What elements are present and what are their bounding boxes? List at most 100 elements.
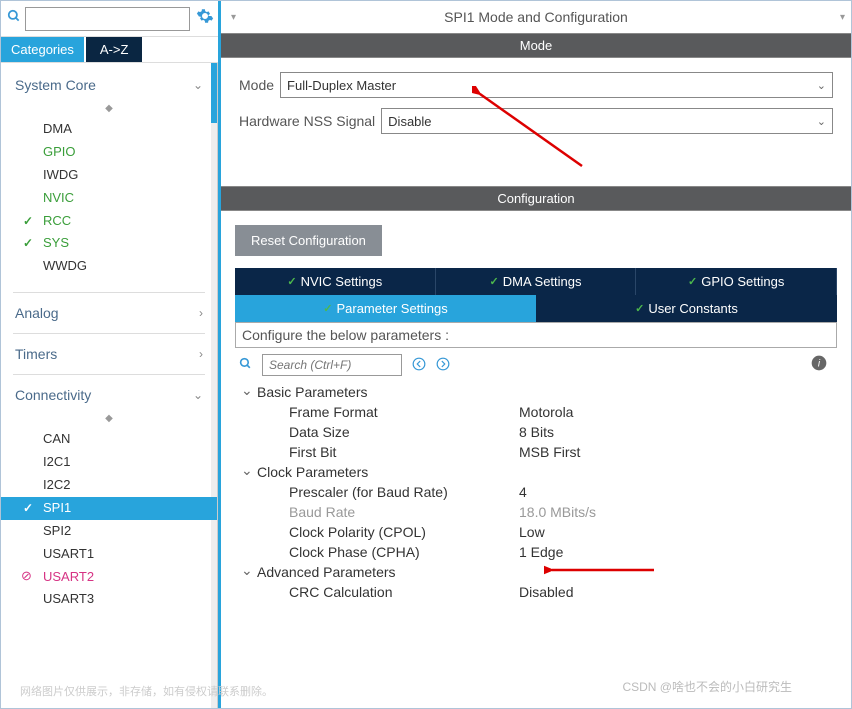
tree-item-i2c1[interactable]: I2C1 xyxy=(1,451,217,474)
param-row[interactable]: Frame FormatMotorola xyxy=(239,402,833,422)
tree-item-dma[interactable]: DMA xyxy=(1,118,217,141)
tree-item-label: I2C1 xyxy=(43,454,70,469)
tree-item-label: NVIC xyxy=(43,190,74,205)
param-name: Clock Phase (CPHA) xyxy=(289,544,519,560)
tree-item-wwdg[interactable]: WWDG xyxy=(1,255,217,278)
config-tab-gpio-settings[interactable]: ✓GPIO Settings xyxy=(636,268,837,295)
expand-icon[interactable]: ▾ xyxy=(840,12,845,23)
check-icon: ✓ xyxy=(23,236,33,252)
info-icon[interactable]: i xyxy=(811,355,827,376)
param-name: Frame Format xyxy=(289,404,519,420)
config-tab-nvic-settings[interactable]: ✓NVIC Settings xyxy=(235,268,436,295)
tree-item-label: USART3 xyxy=(43,591,94,606)
param-row[interactable]: Clock Phase (CPHA)1 Edge xyxy=(239,542,833,562)
category-analog[interactable]: Analog › xyxy=(1,297,217,329)
tree-item-iwdg[interactable]: IWDG xyxy=(1,164,217,187)
tab-label: User Constants xyxy=(648,301,738,316)
tree-item-usart1[interactable]: USART1 xyxy=(1,543,217,566)
param-row[interactable]: Prescaler (for Baud Rate)4 xyxy=(239,482,833,502)
search-icon xyxy=(7,9,21,28)
tab-a-to-z[interactable]: A->Z xyxy=(86,37,143,62)
tree-item-rcc[interactable]: ✓RCC xyxy=(1,210,217,233)
category-system-core[interactable]: System Core ⌄ xyxy=(1,69,217,101)
tree-item-i2c2[interactable]: I2C2 xyxy=(1,474,217,497)
param-search-input[interactable] xyxy=(262,354,402,376)
mode-select-hardware-nss-signal[interactable]: Disable⌄ xyxy=(381,108,833,134)
tab-label: DMA Settings xyxy=(503,274,582,289)
param-row[interactable]: CRC CalculationDisabled xyxy=(239,582,833,602)
check-icon: ✓ xyxy=(323,302,332,315)
param-row[interactable]: Baud Rate18.0 MBits/s xyxy=(239,502,833,522)
title-row: ▾ SPI1 Mode and Configuration ▾ xyxy=(221,1,851,33)
tree-item-usart2[interactable]: ⊘ USART2 xyxy=(1,566,217,589)
tree-item-usart3[interactable]: USART3 xyxy=(1,588,217,611)
config-tab-user-constants[interactable]: ✓ User Constants xyxy=(536,295,837,322)
mode-select-mode[interactable]: Full-Duplex Master⌄ xyxy=(280,72,833,98)
tab-categories[interactable]: Categories xyxy=(1,37,84,62)
param-value: MSB First xyxy=(519,444,580,460)
param-group[interactable]: Clock Parameters xyxy=(239,462,833,482)
config-tab-dma-settings[interactable]: ✓ DMA Settings xyxy=(436,268,637,295)
config-tabs: ✓NVIC Settings✓DMA Settings✓GPIO Setting… xyxy=(235,268,837,322)
category-connectivity[interactable]: Connectivity ⌄ xyxy=(1,379,217,411)
watermark: CSDN @啥也不会的小白研究生 xyxy=(622,678,792,695)
chevron-down-icon: ⌄ xyxy=(193,388,203,402)
left-tabs: Categories A->Z xyxy=(1,37,218,63)
tree-item-label: SYS xyxy=(43,235,69,250)
param-group[interactable]: Basic Parameters xyxy=(239,382,833,402)
check-icon: ✓ xyxy=(490,275,499,288)
chevron-down-icon: ⌄ xyxy=(193,78,203,92)
chevron-right-icon: › xyxy=(199,347,203,361)
gear-icon[interactable] xyxy=(196,7,214,30)
category-label: Connectivity xyxy=(15,387,91,403)
param-group[interactable]: Advanced Parameters xyxy=(239,562,833,582)
param-name: Baud Rate xyxy=(289,504,519,520)
sort-icon[interactable]: ◆ xyxy=(1,101,217,116)
tree-item-label: CAN xyxy=(43,431,70,446)
tree-item-spi1[interactable]: ✓SPI1 xyxy=(1,497,217,520)
panel-title: SPI1 Mode and Configuration xyxy=(236,9,836,25)
param-value: Motorola xyxy=(519,404,573,420)
prev-icon[interactable] xyxy=(412,357,426,374)
mode-header: Mode xyxy=(221,33,851,58)
tree-item-label: USART2 xyxy=(43,569,94,584)
tree-item-label: SPI1 xyxy=(43,500,71,515)
tab-label: Parameter Settings xyxy=(336,301,447,316)
tree-item-sys[interactable]: ✓ SYS xyxy=(1,232,217,255)
tree-item-nvic[interactable]: NVIC xyxy=(1,187,217,210)
param-name: Clock Polarity (CPOL) xyxy=(289,524,519,540)
param-row[interactable]: Data Size8 Bits xyxy=(239,422,833,442)
param-value: Low xyxy=(519,524,545,540)
param-value: 18.0 MBits/s xyxy=(519,504,596,520)
next-icon[interactable] xyxy=(436,357,450,374)
param-name: CRC Calculation xyxy=(289,584,519,600)
tree-item-label: SPI2 xyxy=(43,523,71,538)
chevron-down-icon: ⌄ xyxy=(817,79,826,92)
reset-configuration-button[interactable]: Reset Configuration xyxy=(235,225,382,256)
param-name: First Bit xyxy=(289,444,519,460)
param-value: 4 xyxy=(519,484,527,500)
param-value: 1 Edge xyxy=(519,544,563,560)
tree-item-label: I2C2 xyxy=(43,477,70,492)
param-name: Data Size xyxy=(289,424,519,440)
category-timers[interactable]: Timers › xyxy=(1,338,217,370)
param-name: Prescaler (for Baud Rate) xyxy=(289,484,519,500)
left-panel: Categories A->Z System Core ⌄ ◆ DMAGPIO I… xyxy=(1,1,221,708)
mode-label: Hardware NSS Signal xyxy=(239,113,375,129)
config-header: Configuration xyxy=(221,186,851,211)
tree-item-spi2[interactable]: SPI2 xyxy=(1,520,217,543)
tab-label: NVIC Settings xyxy=(301,274,383,289)
search-bar xyxy=(1,1,218,37)
param-row[interactable]: First BitMSB First xyxy=(239,442,833,462)
sort-icon[interactable]: ◆ xyxy=(1,411,217,426)
peripheral-search-input[interactable] xyxy=(25,7,190,31)
config-instruction: Configure the below parameters : xyxy=(235,322,837,348)
tree-item-can[interactable]: CAN xyxy=(1,428,217,451)
category-label: Analog xyxy=(15,305,59,321)
config-tab-parameter-settings[interactable]: ✓ Parameter Settings xyxy=(235,295,536,322)
disabled-icon: ⊘ xyxy=(21,568,32,585)
param-row[interactable]: Clock Polarity (CPOL)Low xyxy=(239,522,833,542)
tree-item-gpio[interactable]: GPIO xyxy=(1,141,217,164)
tree-item-label: IWDG xyxy=(43,167,78,182)
check-icon: ✓ xyxy=(635,302,644,315)
